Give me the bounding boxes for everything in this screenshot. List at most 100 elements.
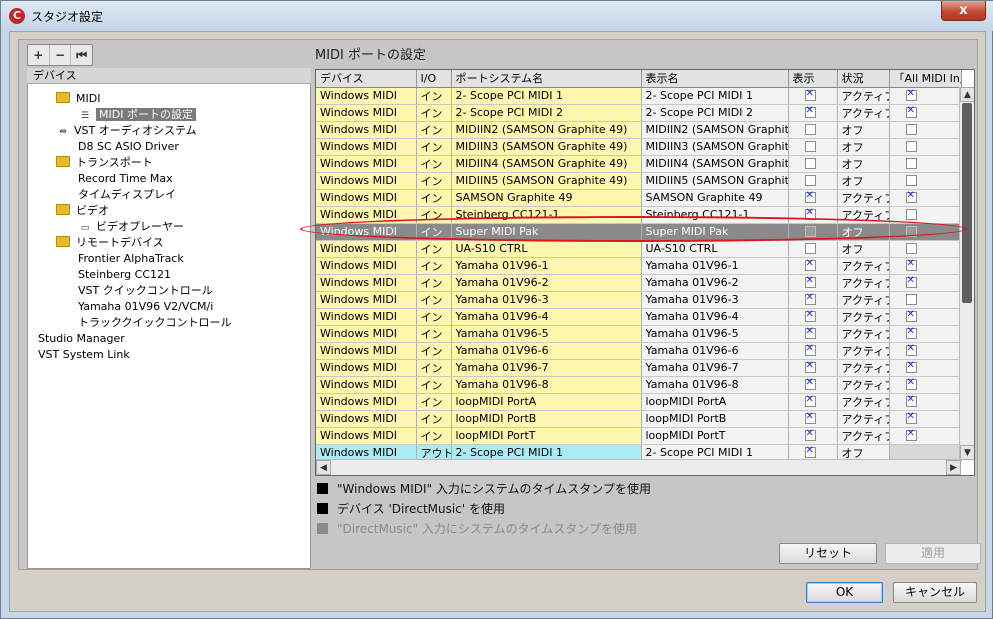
table-row[interactable]: Windows MIDI イン loopMIDI PortA loopMIDI Por… xyxy=(316,393,962,411)
scroll-up-icon[interactable]: ▲ xyxy=(960,87,974,102)
tree-item[interactable]: トランスポート xyxy=(56,155,153,171)
column-header[interactable]: 「All MIDI In」 xyxy=(889,70,962,88)
cell-status[interactable]: アクティブ xyxy=(837,325,890,343)
visible-checkbox[interactable] xyxy=(804,158,816,169)
visible-checkbox[interactable] xyxy=(804,309,816,322)
cell-status[interactable]: アクティブ xyxy=(837,206,890,224)
table-row[interactable]: Windows MIDI イン Yamaha 01V96-5 Yamaha 01V96… xyxy=(316,325,962,343)
cell-status[interactable]: アクティブ xyxy=(837,342,890,360)
tree-item[interactable]: ビデオ xyxy=(56,203,109,219)
cell-display[interactable]: MIDIIN3 (SAMSON Graphite 49) xyxy=(641,138,789,156)
all-midi-in-checkbox[interactable] xyxy=(905,124,917,135)
cell-display[interactable]: UA-S10 CTRL xyxy=(641,240,789,258)
cell-status[interactable]: アクティブ xyxy=(837,308,890,326)
all-midi-in-checkbox[interactable] xyxy=(905,294,917,305)
visible-checkbox[interactable] xyxy=(804,377,816,390)
cell-display[interactable]: loopMIDI PortB xyxy=(641,410,789,428)
cell-display[interactable]: Super MIDI Pak xyxy=(641,223,789,241)
column-header[interactable]: 状況 xyxy=(837,70,890,88)
cell-status[interactable]: アクティブ xyxy=(837,87,890,105)
cell-display[interactable]: Yamaha 01V96-2 xyxy=(641,274,789,292)
visible-checkbox[interactable] xyxy=(804,88,816,101)
tree-item[interactable]: Frontier AlphaTrack xyxy=(78,251,184,267)
tree-item[interactable]: VST クイックコントロール xyxy=(78,283,213,299)
tree-item[interactable]: D8 SC ASIO Driver xyxy=(78,139,179,155)
all-midi-in-checkbox[interactable] xyxy=(905,190,917,203)
cell-display[interactable]: MIDIIN2 (SAMSON Graphite 49) xyxy=(641,121,789,139)
scroll-left-icon[interactable]: ◀ xyxy=(316,460,331,475)
cell-display[interactable]: 2- Scope PCI MIDI 1 xyxy=(641,87,789,105)
visible-checkbox[interactable] xyxy=(804,343,816,356)
add-device-button[interactable]: + xyxy=(28,45,50,65)
visible-checkbox[interactable] xyxy=(804,124,816,135)
cell-display[interactable]: Yamaha 01V96-5 xyxy=(641,325,789,343)
table-row[interactable]: Windows MIDI イン MIDIIN4 (SAMSON Graphite 4… xyxy=(316,155,962,173)
cell-status[interactable]: オフ xyxy=(837,138,890,156)
visible-checkbox[interactable] xyxy=(804,275,816,288)
all-midi-in-checkbox[interactable] xyxy=(905,158,917,169)
cell-status[interactable]: アクティブ xyxy=(837,427,890,445)
cancel-button[interactable]: キャンセル xyxy=(893,582,977,603)
cell-display[interactable]: Yamaha 01V96-4 xyxy=(641,308,789,326)
column-header[interactable]: ポートシステム名 xyxy=(451,70,642,88)
cell-display[interactable]: 2- Scope PCI MIDI 2 xyxy=(641,104,789,122)
table-row[interactable]: Windows MIDI イン MIDIIN2 (SAMSON Graphite 4… xyxy=(316,121,962,139)
table-row[interactable]: Windows MIDI イン Super MIDI Pak Super MIDI P… xyxy=(316,223,962,241)
scroll-right-icon[interactable]: ▶ xyxy=(946,460,961,475)
scroll-down-icon[interactable]: ▼ xyxy=(960,445,974,460)
option-use-directmusic[interactable]: デバイス 'DirectMusic' を使用 xyxy=(317,501,505,517)
table-row[interactable]: Windows MIDI イン Yamaha 01V96-6 Yamaha 01V96… xyxy=(316,342,962,360)
all-midi-in-checkbox[interactable] xyxy=(905,343,917,356)
cell-display[interactable]: MIDIIN5 (SAMSON Graphite 49) xyxy=(641,172,789,190)
reset-device-button[interactable]: ⏮ xyxy=(71,45,92,65)
reset-button[interactable]: リセット xyxy=(779,543,877,564)
visible-checkbox[interactable] xyxy=(804,326,816,339)
visible-checkbox[interactable] xyxy=(804,394,816,407)
tree-item[interactable]: ☰ MIDI ポートの設定 xyxy=(78,107,196,123)
visible-checkbox[interactable] xyxy=(804,428,816,441)
table-row[interactable]: Windows MIDI イン loopMIDI PortB loopMIDI Por… xyxy=(316,410,962,428)
visible-checkbox[interactable] xyxy=(804,175,816,186)
table-row[interactable]: Windows MIDI イン Yamaha 01V96-3 Yamaha 01V96… xyxy=(316,291,962,309)
tree-item[interactable]: MIDI xyxy=(56,91,100,107)
cell-display[interactable]: Steinberg CC121-1 xyxy=(641,206,789,224)
all-midi-in-checkbox[interactable] xyxy=(905,175,917,186)
cell-status[interactable]: アクティブ xyxy=(837,274,890,292)
tree-item[interactable]: Steinberg CC121 xyxy=(78,267,171,283)
tree-item[interactable]: ▭ ビデオプレーヤー xyxy=(78,219,184,235)
table-row[interactable]: Windows MIDI イン Yamaha 01V96-7 Yamaha 01V96… xyxy=(316,359,962,377)
cell-status[interactable]: オフ xyxy=(837,121,890,139)
cell-display[interactable]: Yamaha 01V96-8 xyxy=(641,376,789,394)
tree-item[interactable]: VST System Link xyxy=(38,347,130,363)
tree-item[interactable]: Record Time Max xyxy=(78,171,173,187)
cell-status[interactable]: オフ xyxy=(837,240,890,258)
all-midi-in-checkbox[interactable] xyxy=(905,105,917,118)
visible-checkbox[interactable] xyxy=(804,411,816,424)
all-midi-in-checkbox[interactable] xyxy=(905,141,917,152)
table-row[interactable]: Windows MIDI イン 2- Scope PCI MIDI 1 2- Scop… xyxy=(316,87,962,105)
horizontal-scrollbar[interactable]: ◀ ▶ xyxy=(316,459,961,475)
cell-status[interactable]: アクティブ xyxy=(837,291,890,309)
remove-device-button[interactable]: − xyxy=(50,45,72,65)
table-row[interactable]: Windows MIDI イン Yamaha 01V96-4 Yamaha 01V96… xyxy=(316,308,962,326)
table-row[interactable]: Windows MIDI イン Yamaha 01V96-2 Yamaha 01V96… xyxy=(316,274,962,292)
table-row[interactable]: Windows MIDI イン MIDIIN3 (SAMSON Graphite 4… xyxy=(316,138,962,156)
all-midi-in-checkbox[interactable] xyxy=(905,360,917,373)
all-midi-in-checkbox[interactable] xyxy=(905,88,917,101)
cell-display[interactable]: loopMIDI PortT xyxy=(641,427,789,445)
cell-status[interactable]: アクティブ xyxy=(837,104,890,122)
close-button[interactable]: x xyxy=(941,1,986,21)
visible-checkbox[interactable] xyxy=(804,445,816,458)
device-tree[interactable]: MIDI ☰ MIDI ポートの設定 ⇹ VST オーディオシステム D8 SC ASIO… xyxy=(27,84,311,569)
scroll-thumb[interactable] xyxy=(962,103,972,303)
visible-checkbox[interactable] xyxy=(804,258,816,271)
column-header[interactable]: 表示名 xyxy=(641,70,789,88)
visible-checkbox[interactable] xyxy=(804,360,816,373)
all-midi-in-checkbox[interactable] xyxy=(905,394,917,407)
all-midi-in-checkbox[interactable] xyxy=(905,377,917,390)
visible-checkbox[interactable] xyxy=(804,207,816,220)
cell-display[interactable]: loopMIDI PortA xyxy=(641,393,789,411)
cell-display[interactable]: Yamaha 01V96-6 xyxy=(641,342,789,360)
visible-checkbox[interactable] xyxy=(804,190,816,203)
column-header[interactable]: 表示 xyxy=(788,70,838,88)
